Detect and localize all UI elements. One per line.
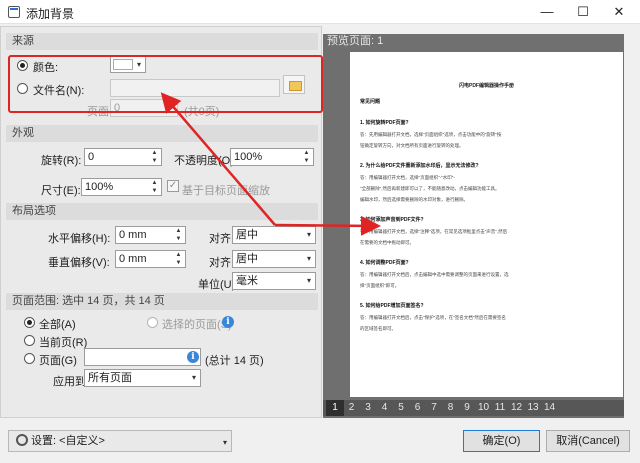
arrow-to-preview — [274, 215, 381, 236]
ok-button[interactable]: 确定(O) — [463, 430, 540, 452]
annotation-arrows — [160, 92, 381, 236]
settings-value: 设置: <自定义> — [31, 435, 105, 447]
cancel-button[interactable]: 取消(Cancel) — [546, 430, 630, 452]
chevron-down-icon: ▾ — [222, 438, 227, 447]
settings-select[interactable]: 设置: <自定义> ▾ — [8, 430, 232, 452]
gear-icon — [16, 434, 28, 446]
arrow-to-source — [160, 92, 276, 226]
footer-bar: 设置: <自定义> ▾ 确定(O) 取消(Cancel) — [0, 425, 640, 463]
